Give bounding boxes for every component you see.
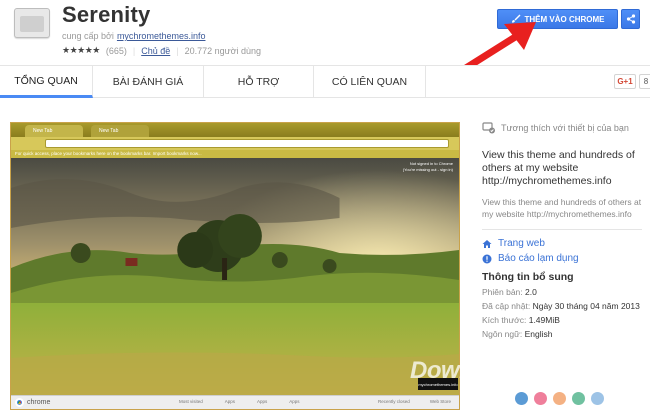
divider: | bbox=[176, 45, 179, 56]
divider: | bbox=[132, 45, 136, 56]
preview-note-line: (You're missing out - sign in) bbox=[402, 167, 453, 172]
app-icon bbox=[14, 8, 50, 38]
preview-omnibox bbox=[45, 139, 449, 148]
watermark-dot bbox=[572, 392, 585, 405]
tab-overview[interactable]: TỔNG QUAN bbox=[0, 66, 93, 98]
alert-icon bbox=[482, 254, 492, 263]
landscape-image bbox=[11, 158, 459, 398]
preview-bookmark-bar: For quick access, place your bookmarks h… bbox=[11, 150, 459, 158]
preview-ntp-tab: Apps bbox=[257, 399, 268, 404]
info-label: Ngôn ngữ: bbox=[482, 329, 523, 339]
tab-label: TỔNG QUAN bbox=[14, 74, 78, 87]
watermark-text: Download bbox=[410, 357, 521, 384]
meta-row: ★★★★★ (665) | Chủ đề | 20.772 người dùng bbox=[62, 45, 261, 56]
info-label: Phiên bản: bbox=[482, 287, 523, 297]
provided-by-prefix: cung cấp bởi bbox=[62, 31, 114, 41]
preview-recent: Recently closed Web Store bbox=[378, 399, 451, 404]
report-abuse-link[interactable]: Báo cáo lạm dụng bbox=[482, 253, 579, 264]
description-sub: View this theme and hundreds of others a… bbox=[482, 197, 642, 219]
info-value: Ngày 30 tháng 04 năm 2013 bbox=[532, 301, 640, 311]
user-count: 20.772 người dùng bbox=[184, 45, 262, 56]
share-button[interactable] bbox=[621, 9, 640, 29]
preview-ntp-tab: Apps bbox=[224, 399, 236, 404]
tab-label: BÀI ĐÁNH GIÁ bbox=[112, 76, 184, 88]
preview-signin-note: Not signed in to Chrome (You're missing … bbox=[403, 161, 453, 173]
category-link[interactable]: Chủ đề bbox=[141, 46, 170, 56]
info-version: Phiên bản: 2.0 bbox=[482, 287, 537, 297]
info-label: Kích thước: bbox=[482, 315, 527, 325]
tab-support[interactable]: HỖ TRỢ bbox=[204, 66, 314, 98]
info-value: 2.0 bbox=[525, 287, 537, 297]
provided-by: cung cấp bởi mychromethemes.info bbox=[62, 31, 205, 41]
tab-related[interactable]: CÓ LIÊN QUAN bbox=[314, 66, 426, 98]
preview-chrome-logo: chrome bbox=[15, 398, 50, 407]
preview-chrome-label: chrome bbox=[27, 399, 51, 406]
preview-ntp-tab: Apps bbox=[289, 399, 300, 404]
compatible-device-icon bbox=[482, 122, 495, 134]
rating-stars[interactable]: ★★★★★ bbox=[62, 45, 100, 56]
theme-screenshot[interactable]: New Tab New Tab For quick access, place … bbox=[10, 122, 460, 410]
report-abuse-label: Báo cáo lạm dụng bbox=[498, 253, 579, 264]
watermark-dot bbox=[591, 392, 604, 405]
preview-web-store: Web Store bbox=[429, 399, 451, 404]
share-icon bbox=[626, 14, 635, 24]
info-size: Kích thước: 1.49MiB bbox=[482, 315, 560, 325]
preview-tabstrip: New Tab New Tab bbox=[11, 123, 459, 137]
info-language: Ngôn ngữ: English bbox=[482, 329, 552, 339]
chrome-icon bbox=[15, 398, 24, 407]
watermark-dot bbox=[534, 392, 547, 405]
provider-link[interactable]: mychromethemes.info bbox=[117, 31, 206, 41]
preview-bottom-bar: chrome Most visited Apps Apps Apps Recen… bbox=[11, 395, 459, 409]
compatibility-note: Tương thích với thiết bị của bạn bbox=[482, 122, 629, 134]
page-title: Serenity bbox=[62, 2, 151, 27]
rating-count[interactable]: (665) bbox=[106, 46, 127, 56]
info-value: English bbox=[524, 329, 553, 339]
tab-reviews[interactable]: BÀI ĐÁNH GIÁ bbox=[93, 66, 204, 98]
info-label: Đã cập nhật: bbox=[482, 301, 531, 311]
description-main: View this theme and hundreds of others a… bbox=[482, 149, 635, 187]
watermark-dot bbox=[553, 392, 566, 405]
tab-label: CÓ LIÊN QUAN bbox=[331, 76, 408, 88]
gplus-count: 8 bbox=[639, 74, 650, 89]
info-value: 1.49MiB bbox=[528, 315, 560, 325]
preview-ntp-tab: Most visited bbox=[179, 399, 203, 404]
website-link[interactable]: Trang web bbox=[482, 238, 545, 249]
gplus-button[interactable]: G+1 bbox=[614, 74, 636, 89]
tab-label: HỖ TRỢ bbox=[237, 76, 280, 88]
watermark-dots bbox=[515, 392, 604, 405]
preview-ntp-tabs: Most visited Apps Apps Apps bbox=[179, 399, 300, 404]
watermark-dot bbox=[515, 392, 528, 405]
watermark-tld: .com.vn bbox=[520, 370, 556, 381]
tab-bar: TỔNG QUAN BÀI ĐÁNH GIÁ HỖ TRỢ CÓ LIÊN QU… bbox=[0, 65, 650, 98]
divider bbox=[482, 229, 642, 230]
info-updated: Đã cập nhật: Ngày 30 tháng 04 năm 2013 bbox=[482, 301, 640, 311]
website-link-label: Trang web bbox=[498, 238, 545, 249]
watermark: Download.com.vn bbox=[410, 357, 555, 385]
preview-tab: New Tab bbox=[91, 125, 149, 137]
compatibility-text: Tương thích với thiết bị của bạn bbox=[501, 123, 629, 133]
home-icon bbox=[482, 239, 492, 248]
preview-tab: New Tab bbox=[25, 125, 83, 137]
preview-recently-closed: Recently closed bbox=[378, 399, 410, 404]
additional-info-title: Thông tin bổ sung bbox=[482, 271, 574, 283]
